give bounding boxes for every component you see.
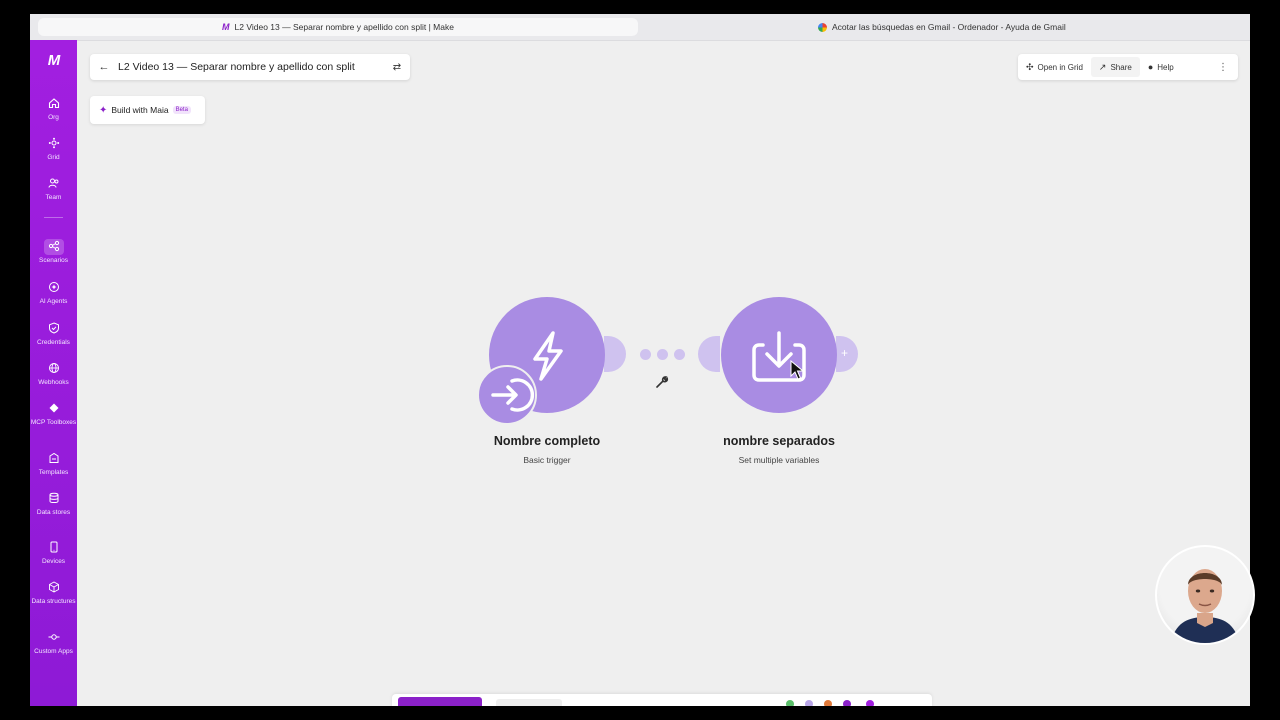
sidebar-divider: [44, 217, 63, 218]
mcp-icon: [49, 403, 58, 412]
node-subtitle: Set multiple variables: [738, 455, 820, 465]
node-title: Nombre completo: [493, 434, 601, 448]
open-in-grid-button[interactable]: ✣ Open in Grid: [1018, 57, 1091, 77]
scenario-header: ← L2 Video 13 — Separar nombre y apellid…: [90, 54, 410, 80]
share-label: Share: [1110, 62, 1132, 72]
add-module-icon: +: [841, 346, 849, 360]
trigger-badge[interactable]: [477, 365, 537, 425]
sidebar-item-label: Data stores: [36, 509, 71, 516]
sidebar-item-ai-agents[interactable]: AI Agents: [30, 280, 77, 306]
node-output-handle[interactable]: [604, 336, 626, 372]
node-subtitle: Basic trigger: [523, 455, 571, 465]
node-nombre-separados[interactable]: [721, 297, 837, 413]
sidebar-item-label: Data structures: [31, 598, 76, 605]
beta-badge: Beta: [172, 106, 191, 114]
app-screen: M L2 Video 13 — Separar nombre y apellid…: [30, 14, 1250, 706]
maia-label: Build with Maia: [111, 105, 169, 115]
data-stores-icon: [49, 492, 58, 503]
presenter-avatar: [1171, 569, 1239, 643]
sidebar-item-label: Scenarios: [39, 257, 68, 264]
browser-tab-make[interactable]: M L2 Video 13 — Separar nombre y apellid…: [38, 18, 638, 36]
trigger-arrow-icon: [491, 378, 535, 412]
webhooks-icon: [48, 362, 59, 373]
toolbar-icon[interactable]: [843, 700, 851, 706]
node-input-handle[interactable]: [698, 336, 720, 372]
grid-icon: ✣: [1026, 61, 1034, 72]
scenarios-icon: [48, 240, 59, 251]
browser-tab-title: L2 Video 13 — Separar nombre y apellido …: [234, 22, 454, 32]
help-icon: ●: [1147, 62, 1154, 72]
sidebar-item-label: Webhooks: [38, 379, 69, 386]
templates-icon: [49, 452, 58, 463]
toolbar-icon[interactable]: [824, 700, 832, 706]
sidebar-item-team[interactable]: Team: [30, 176, 77, 202]
devices-icon: [50, 541, 57, 552]
sidebar-item-data-structures[interactable]: Data structures: [30, 580, 77, 606]
run-once-button[interactable]: [398, 697, 482, 706]
sidebar-item-custom-apps[interactable]: Custom Apps: [30, 630, 77, 656]
sidebar-item-label: Custom Apps: [34, 648, 73, 655]
team-icon: [48, 178, 58, 188]
browser-tab-gmail-help[interactable]: Acotar las búsquedas en Gmail - Ordenado…: [818, 18, 1068, 36]
sidebar-item-data-stores[interactable]: Data stores: [30, 491, 77, 517]
more-options-icon[interactable]: ⋮: [1218, 62, 1238, 73]
credentials-icon: [48, 321, 59, 334]
schedule-toggle[interactable]: [496, 699, 562, 706]
sidebar-item-label: Grid: [47, 154, 60, 161]
make-logo-icon: M: [222, 22, 230, 32]
connector-dot: [674, 349, 685, 360]
sidebar: M Org Grid Team Scenarios AI Agents Cred…: [30, 40, 77, 706]
sidebar-item-credentials[interactable]: Credentials: [30, 321, 77, 347]
sidebar-item-templates[interactable]: Templates: [30, 451, 77, 477]
home-icon: [48, 97, 59, 108]
browser-tab-title: Acotar las búsquedas en Gmail - Ordenado…: [832, 22, 1066, 32]
download-tray-icon: [752, 331, 806, 382]
sidebar-item-label: Credentials: [37, 339, 70, 346]
sidebar-item-label: Team: [45, 194, 62, 201]
custom-apps-icon: [48, 633, 59, 640]
sidebar-item-webhooks[interactable]: Webhooks: [30, 361, 77, 387]
node-output-handle[interactable]: +: [836, 336, 858, 372]
webcam-overlay: [1155, 545, 1255, 645]
connector-dot: [657, 349, 668, 360]
open-in-grid-label: Open in Grid: [1037, 62, 1083, 72]
make-logo[interactable]: M: [30, 52, 77, 69]
share-icon: ↗: [1098, 61, 1107, 72]
switch-scenario-icon[interactable]: ⇄: [384, 62, 410, 73]
sidebar-item-label: Org: [48, 114, 59, 121]
sidebar-item-scenarios[interactable]: Scenarios: [30, 239, 77, 265]
toolbar-icon[interactable]: [805, 700, 813, 706]
sidebar-item-grid[interactable]: Grid: [30, 136, 77, 162]
connector-dot: [640, 349, 651, 360]
help-button[interactable]: ● Help: [1140, 57, 1182, 77]
ai-agents-icon: [48, 281, 59, 292]
wrench-icon[interactable]: [654, 374, 670, 390]
back-arrow-icon[interactable]: ←: [90, 61, 118, 73]
sidebar-item-org[interactable]: Org: [30, 96, 77, 122]
help-label: Help: [1157, 62, 1174, 72]
mouse-cursor-icon: [790, 360, 804, 380]
sidebar-item-label: AI Agents: [39, 298, 68, 305]
sparkle-icon: ✦: [99, 104, 108, 116]
scenario-title[interactable]: L2 Video 13 — Separar nombre y apellido …: [118, 61, 384, 73]
grid-icon: [48, 137, 59, 148]
google-icon: [818, 22, 827, 32]
sidebar-item-mcp-toolboxes[interactable]: MCP Toolboxes: [30, 401, 77, 427]
data-structures-icon: [48, 580, 59, 593]
sidebar-item-label: MCP Toolboxes: [30, 419, 77, 426]
top-actions: ✣ Open in Grid ↗ Share ● Help ⋮: [1018, 54, 1238, 80]
build-with-maia-button[interactable]: ✦ Build with Maia Beta: [90, 96, 205, 124]
sidebar-item-devices[interactable]: Devices: [30, 540, 77, 566]
share-button[interactable]: ↗ Share: [1090, 57, 1140, 77]
node-title: nombre separados: [723, 434, 835, 448]
browser-tab-bar: M L2 Video 13 — Separar nombre y apellid…: [30, 14, 1250, 41]
sidebar-item-label: Devices: [41, 558, 66, 565]
sidebar-item-label: Templates: [38, 469, 69, 476]
toolbar-icon[interactable]: [866, 700, 874, 706]
toolbar-icon[interactable]: [786, 700, 794, 706]
